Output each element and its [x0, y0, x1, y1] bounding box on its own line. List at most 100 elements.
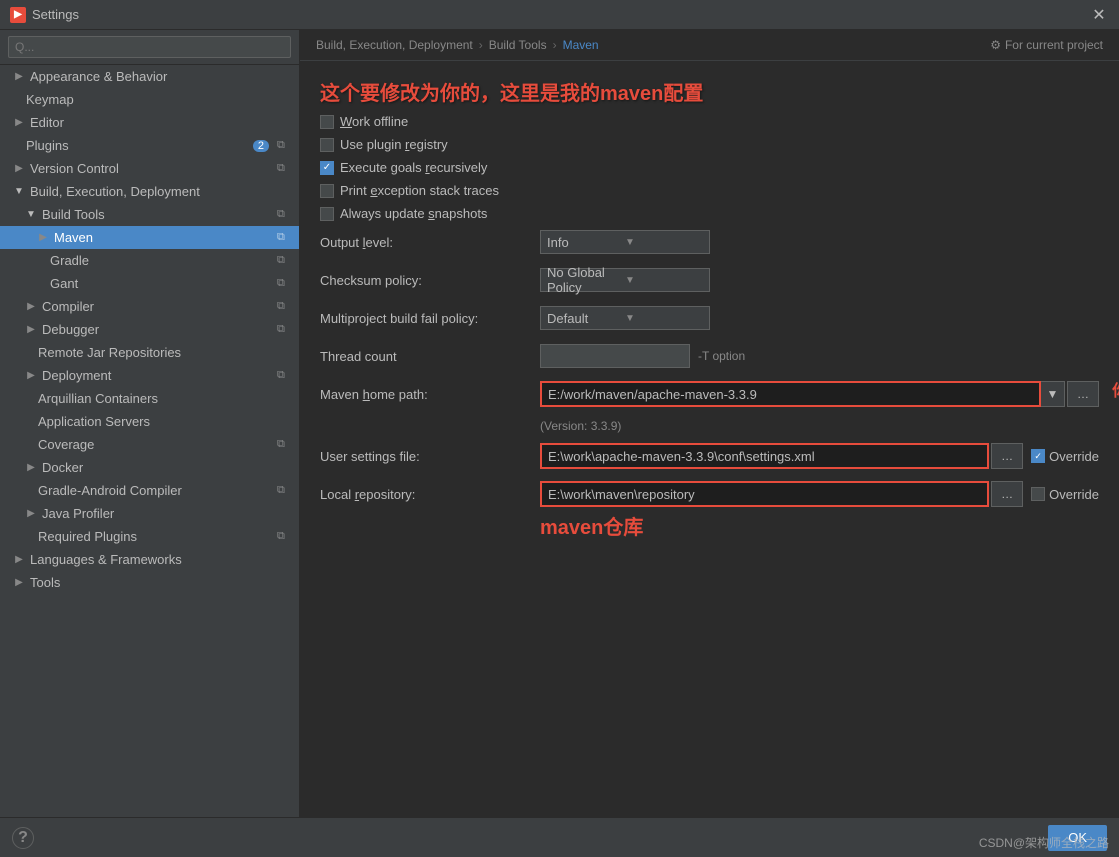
- bottom-bar: ? OK CSDN@架构师全栈之路: [0, 817, 1119, 857]
- maven-home-dropdown-btn[interactable]: ▼: [1041, 381, 1065, 407]
- sidebar-item-maven[interactable]: ▶Maven⧉: [0, 226, 299, 249]
- checksum-policy-row: Checksum policy: No Global Policy ▼: [320, 267, 1099, 293]
- work-offline-checkbox[interactable]: [320, 115, 334, 129]
- output-level-row: Output level: Info ▼: [320, 229, 1099, 255]
- window-title: Settings: [32, 7, 79, 22]
- nav-badge-plugins: 2: [253, 140, 269, 152]
- sidebar-label-required-plugins: Required Plugins: [38, 529, 273, 544]
- bottom-left: ?: [12, 827, 34, 849]
- sidebar: ▶Appearance & BehaviorKeymap▶EditorPlugi…: [0, 30, 300, 817]
- maven-home-input[interactable]: [540, 381, 1041, 407]
- checksum-policy-arrow: ▼: [625, 275, 703, 286]
- maven-home-row: Maven home path: ▼ … 你的maven安装路径: [320, 381, 1099, 407]
- help-button[interactable]: ?: [12, 827, 34, 849]
- use-plugin-registry-checkbox[interactable]: [320, 138, 334, 152]
- sidebar-label-debugger: Debugger: [42, 322, 273, 337]
- local-repo-browse-btn[interactable]: …: [991, 481, 1023, 507]
- t-option-label: -T option: [698, 349, 745, 363]
- always-update-row: Always update snapshots: [320, 206, 1099, 221]
- print-exception-row: Print exception stack traces: [320, 183, 1099, 198]
- user-settings-override-checkbox[interactable]: [1031, 449, 1045, 463]
- use-plugin-registry-label: Use plugin registry: [340, 137, 448, 152]
- checksum-policy-select[interactable]: No Global Policy ▼: [540, 268, 710, 292]
- sidebar-label-coverage: Coverage: [38, 437, 273, 452]
- sidebar-item-compiler[interactable]: ▶Compiler⧉: [0, 295, 299, 318]
- work-offline-label: Work offline: [340, 114, 408, 129]
- close-button[interactable]: ✕: [1089, 5, 1109, 25]
- maven-home-browse-btn[interactable]: …: [1067, 381, 1099, 407]
- sidebar-label-keymap: Keymap: [26, 92, 291, 107]
- sidebar-item-version-control[interactable]: ▶Version Control⧉: [0, 157, 299, 180]
- copy-icon-compiler: ⧉: [277, 300, 291, 314]
- sidebar-item-plugins[interactable]: Plugins2⧉: [0, 134, 299, 157]
- form-content: 这个要修改为你的，这里是我的maven配置 Work offline Use p…: [300, 61, 1119, 817]
- breadcrumb-current: Maven: [563, 38, 599, 52]
- always-update-checkbox[interactable]: [320, 207, 334, 221]
- search-input[interactable]: [8, 36, 291, 58]
- sidebar-item-gradle[interactable]: Gradle⧉: [0, 249, 299, 272]
- checksum-policy-label: Checksum policy:: [320, 273, 540, 288]
- output-level-select[interactable]: Info ▼: [540, 230, 710, 254]
- nav-arrow-docker: ▶: [24, 461, 38, 475]
- sidebar-item-app-servers[interactable]: Application Servers: [0, 410, 299, 433]
- always-update-label: Always update snapshots: [340, 206, 487, 221]
- sidebar-label-version-control: Version Control: [30, 161, 273, 176]
- sidebar-item-languages-frameworks[interactable]: ▶Languages & Frameworks: [0, 548, 299, 571]
- sidebar-item-build-execution-deployment[interactable]: ▼Build, Execution, Deployment: [0, 180, 299, 203]
- output-level-arrow: ▼: [625, 237, 703, 248]
- nav-arrow-build-tools: ▼: [24, 208, 38, 222]
- thread-count-input[interactable]: [540, 344, 690, 368]
- local-repo-override-checkbox[interactable]: [1031, 487, 1045, 501]
- user-settings-input[interactable]: [540, 443, 989, 469]
- annotation-maven-path: 你的maven安装路径: [1112, 377, 1119, 401]
- sidebar-item-gradle-android[interactable]: Gradle-Android Compiler⧉: [0, 479, 299, 502]
- annotation-repo: maven仓库: [540, 511, 643, 540]
- breadcrumb-sep-1: ›: [479, 38, 483, 52]
- sidebar-label-docker: Docker: [42, 460, 291, 475]
- copy-icon-required-plugins: ⧉: [277, 530, 291, 544]
- sidebar-label-java-profiler: Java Profiler: [42, 506, 291, 521]
- execute-goals-checkbox[interactable]: [320, 161, 334, 175]
- use-plugin-registry-row: Use plugin registry: [320, 137, 1099, 152]
- sidebar-item-appearance[interactable]: ▶Appearance & Behavior: [0, 65, 299, 88]
- nav-arrow-maven: ▶: [36, 231, 50, 245]
- sidebar-item-remote-jar[interactable]: Remote Jar Repositories: [0, 341, 299, 364]
- local-repo-input[interactable]: [540, 481, 989, 507]
- version-note: (Version: 3.3.9): [320, 419, 1099, 433]
- breadcrumb: Build, Execution, Deployment › Build Too…: [300, 30, 1119, 61]
- multiproject-label: Multiproject build fail policy:: [320, 311, 540, 326]
- sidebar-label-deployment: Deployment: [42, 368, 273, 383]
- sidebar-item-required-plugins[interactable]: Required Plugins ⧉: [0, 525, 299, 548]
- title-bar: ▶ Settings ✕: [0, 0, 1119, 30]
- nav-arrow-deployment: ▶: [24, 369, 38, 383]
- sidebar-item-build-tools[interactable]: ▼Build Tools⧉: [0, 203, 299, 226]
- sidebar-item-editor[interactable]: ▶Editor: [0, 111, 299, 134]
- maven-home-label: Maven home path:: [320, 387, 540, 402]
- sidebar-label-app-servers: Application Servers: [38, 414, 291, 429]
- sidebar-item-docker[interactable]: ▶ Docker: [0, 456, 299, 479]
- sidebar-item-arquillian[interactable]: Arquillian Containers: [0, 387, 299, 410]
- sidebar-item-debugger[interactable]: ▶Debugger⧉: [0, 318, 299, 341]
- thread-count-row: Thread count -T option: [320, 343, 1099, 369]
- sidebar-label-arquillian: Arquillian Containers: [38, 391, 291, 406]
- output-level-label: Output level:: [320, 235, 540, 250]
- sidebar-item-deployment[interactable]: ▶Deployment⧉: [0, 364, 299, 387]
- sidebar-label-gant: Gant: [50, 276, 273, 291]
- sidebar-item-java-profiler[interactable]: ▶Java Profiler: [0, 502, 299, 525]
- sidebar-item-keymap[interactable]: Keymap: [0, 88, 299, 111]
- nav-arrow-version-control: ▶: [12, 162, 26, 176]
- sidebar-label-editor: Editor: [30, 115, 291, 130]
- local-repo-row: Local repository: … Override maven仓库: [320, 481, 1099, 507]
- sidebar-item-tools[interactable]: ▶Tools: [0, 571, 299, 594]
- copy-icon-build-tools: ⧉: [277, 208, 291, 222]
- user-settings-browse-btn[interactable]: …: [991, 443, 1023, 469]
- execute-goals-label: Execute goals recursively: [340, 160, 487, 175]
- sidebar-item-coverage[interactable]: Coverage ⧉: [0, 433, 299, 456]
- copy-icon-coverage: ⧉: [277, 438, 291, 452]
- multiproject-select[interactable]: Default ▼: [540, 306, 710, 330]
- user-settings-label: User settings file:: [320, 449, 540, 464]
- print-exception-checkbox[interactable]: [320, 184, 334, 198]
- nav-list: ▶Appearance & BehaviorKeymap▶EditorPlugi…: [0, 65, 299, 594]
- sidebar-item-gant[interactable]: Gant⧉: [0, 272, 299, 295]
- copy-icon-maven: ⧉: [277, 231, 291, 245]
